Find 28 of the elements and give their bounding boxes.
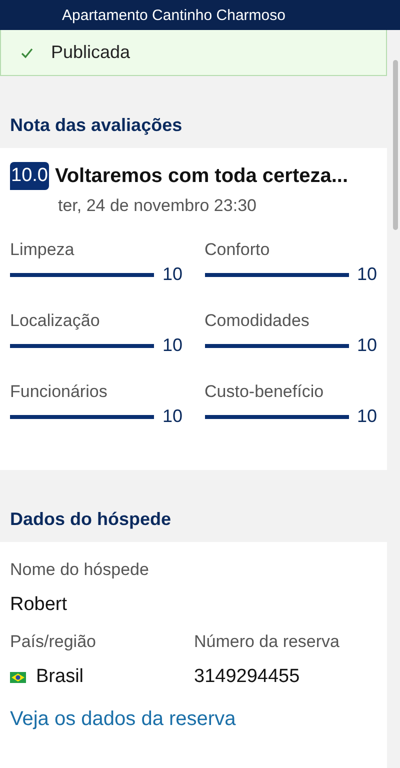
section-title: Dados do hóspede: [10, 509, 172, 530]
category-name: Custo-benefício: [204, 382, 325, 402]
booking-number: 3149294455: [194, 666, 301, 688]
category-name: Comodidades: [204, 311, 310, 331]
category-score: 10: [162, 335, 182, 356]
score-badge: 10.0: [10, 162, 49, 190]
guest-name: Robert: [10, 594, 68, 616]
category-score: 10: [162, 406, 182, 427]
category-score: 10: [356, 264, 377, 285]
booking-details-link[interactable]: Veja os dados da reserva: [10, 708, 236, 731]
category-score: 10: [356, 335, 377, 356]
category-score: 10: [162, 264, 182, 285]
header-title: Apartamento Cantinho Charmoso: [62, 6, 286, 24]
category-name: Limpeza: [10, 240, 76, 260]
field-label: Número da reserva: [194, 632, 341, 652]
section-title: Nota das avaliações: [10, 115, 182, 136]
category-score: 10: [356, 406, 377, 427]
flag-icon: [10, 672, 26, 682]
category-name: Localização: [10, 311, 101, 331]
review-headline: Voltaremos com toda certeza...: [54, 164, 348, 188]
status-label: Publicada: [51, 42, 130, 63]
country-value: Brasil: [36, 666, 84, 688]
field-label: Nome do hóspede: [10, 560, 150, 580]
category-name: Funcionários: [10, 382, 108, 402]
field-label: País/região: [10, 632, 97, 652]
review-date: ter, 24 de novembro 23:30: [58, 196, 258, 216]
category-name: Conforto: [204, 240, 271, 260]
scrollbar[interactable]: [393, 60, 398, 230]
